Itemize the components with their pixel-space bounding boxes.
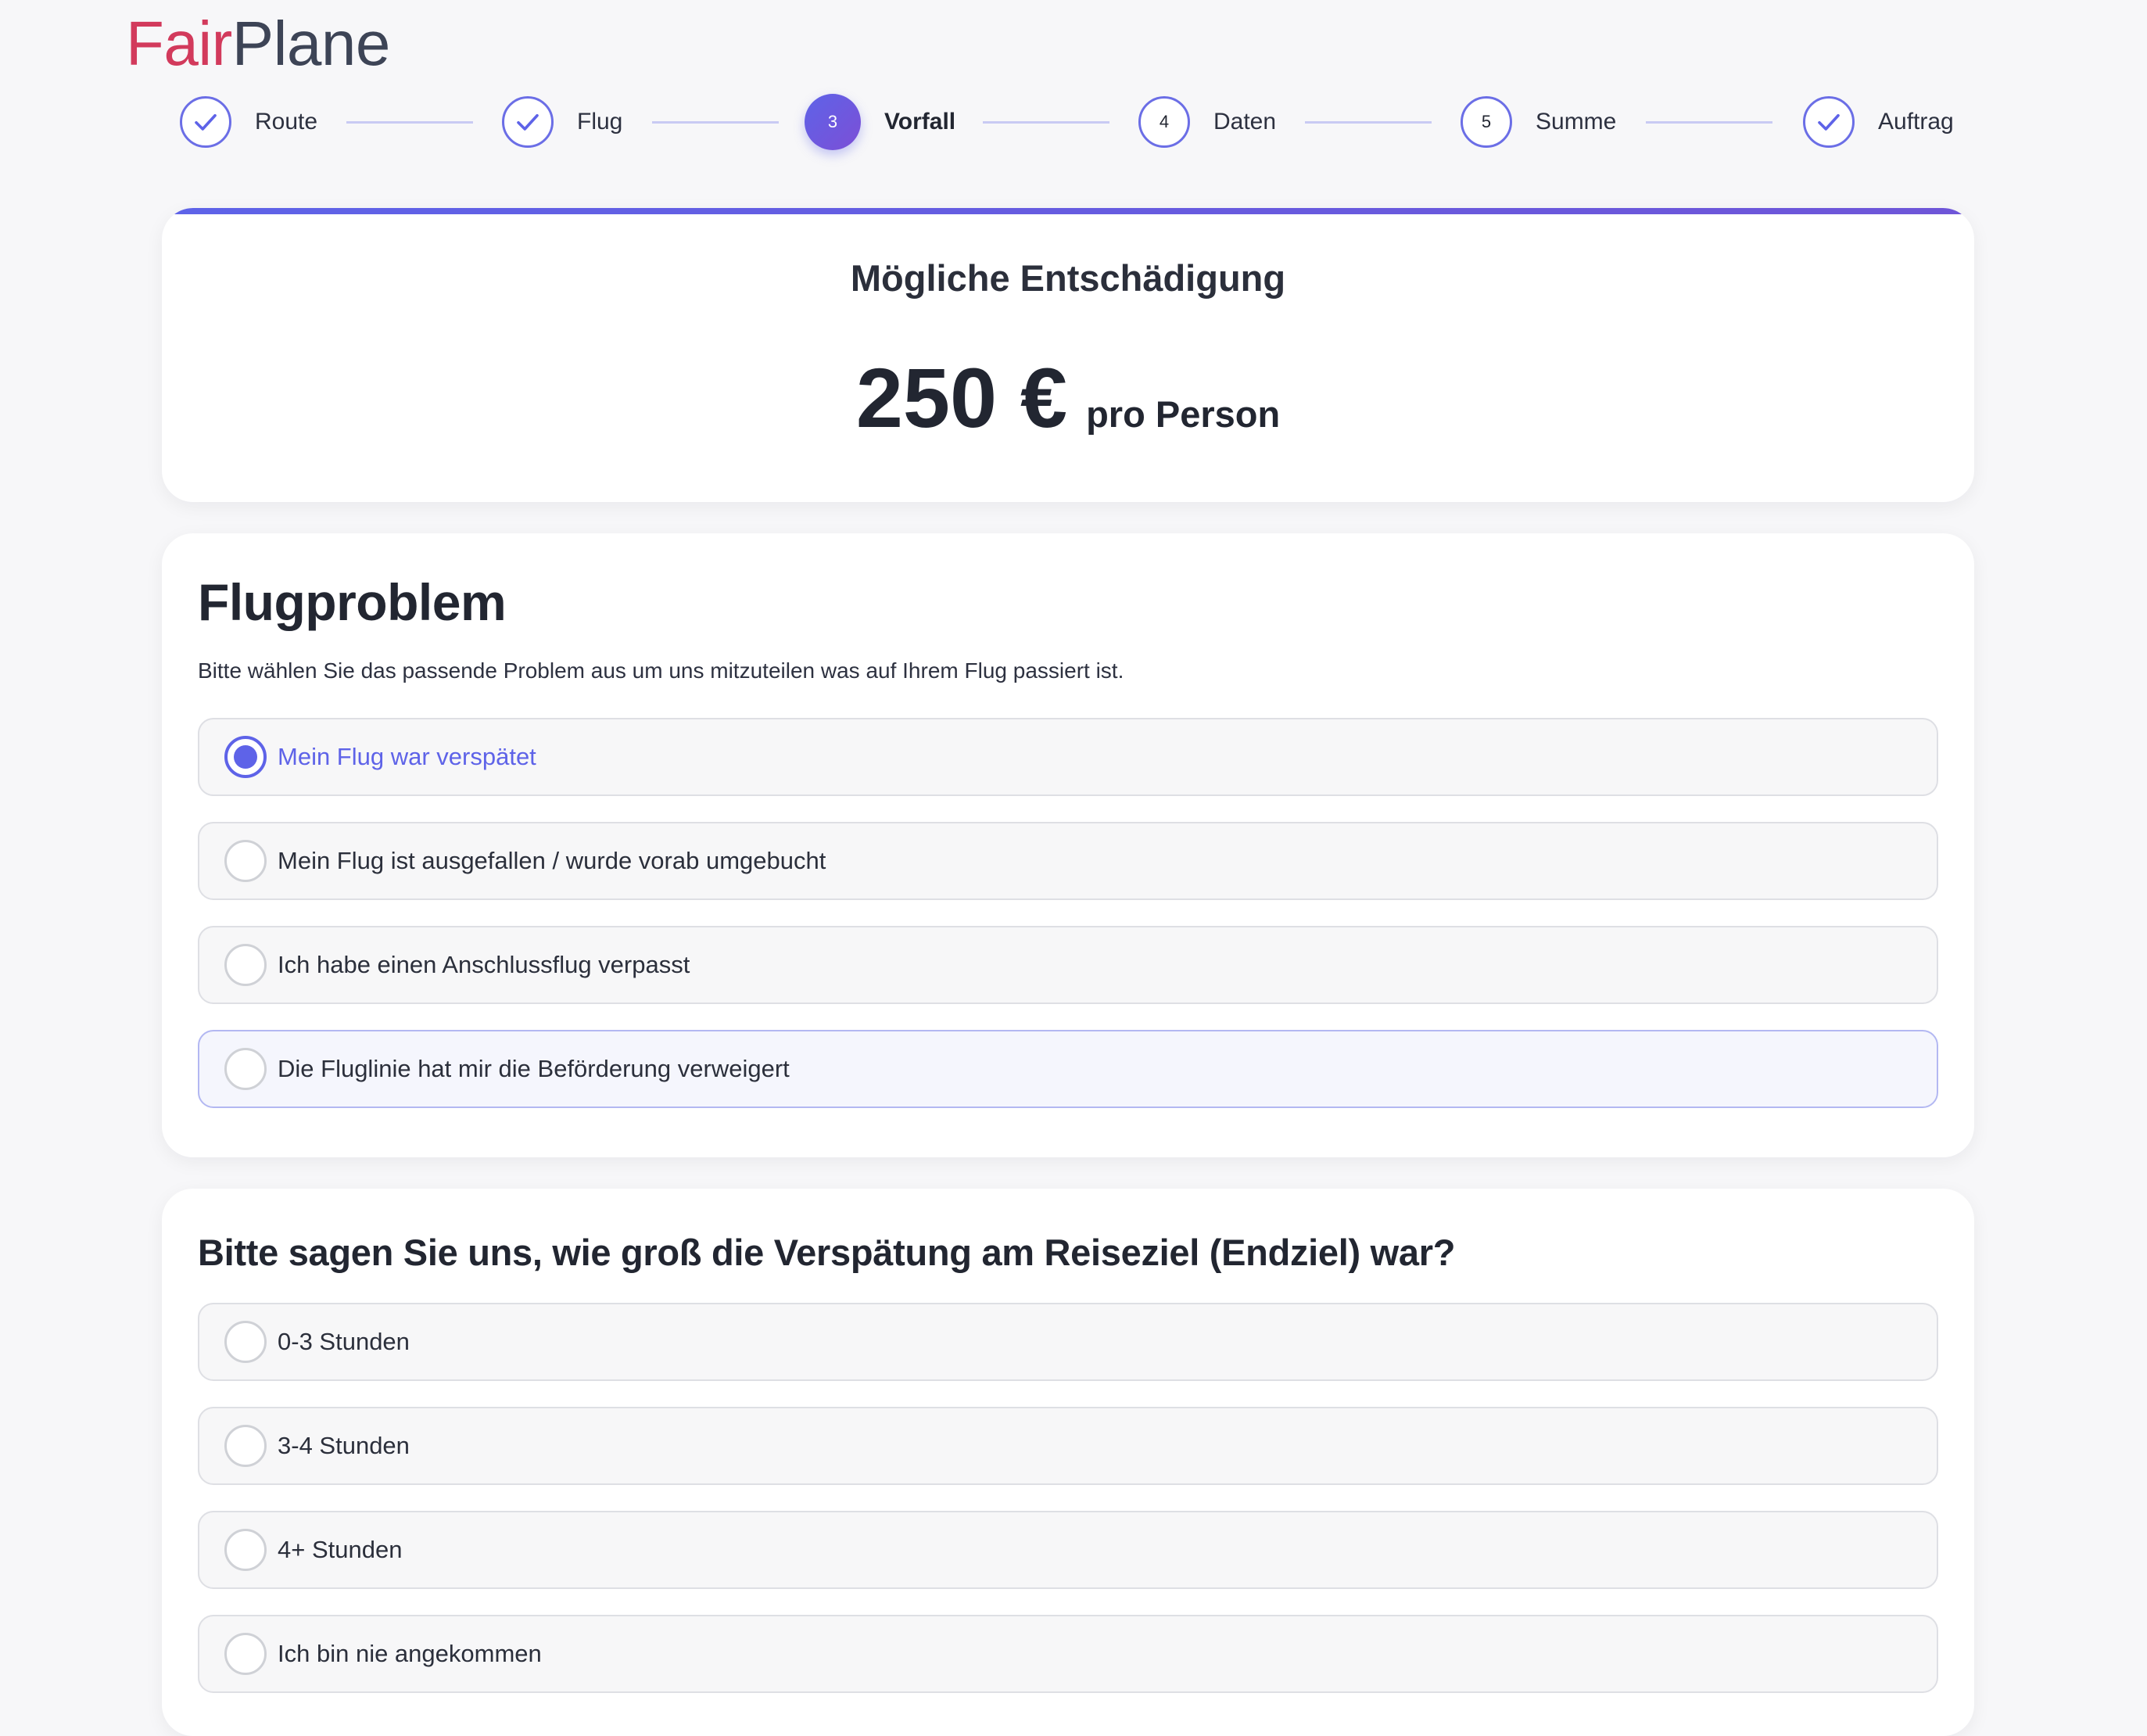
compensation-card: Mögliche Entschädigung 250 € pro Person (162, 208, 1974, 502)
step-connector (346, 121, 473, 124)
step-label: Daten (1213, 109, 1277, 135)
logo-fair: Fair (126, 9, 232, 78)
flight-problem-card: Flugproblem Bitte wählen Sie das passend… (162, 533, 1974, 1157)
problem-option-missed-connection[interactable]: Ich habe einen Anschlussflug verpasst (198, 926, 1938, 1004)
step-label: Summe (1536, 109, 1617, 135)
step-connector (1305, 121, 1432, 124)
option-label: 3-4 Stunden (278, 1432, 410, 1459)
check-icon (1803, 96, 1855, 148)
section-title: Flugproblem (198, 573, 507, 631)
step-auftrag[interactable]: Auftrag (1803, 94, 1954, 150)
radio-button[interactable] (224, 1425, 267, 1467)
problem-option-delayed[interactable]: Mein Flug war verspätet (198, 718, 1938, 796)
compensation-amount: 250 € (855, 350, 1068, 445)
check-icon (180, 96, 231, 148)
delay-option-0-3[interactable]: 0-3 Stunden (198, 1303, 1938, 1381)
delay-option-4-plus[interactable]: 4+ Stunden (198, 1511, 1938, 1589)
option-label: Mein Flug war verspätet (278, 743, 536, 770)
step-vorfall[interactable]: 3 Vorfall (805, 94, 955, 150)
compensation-amount-row: 250 € pro Person (162, 349, 1974, 447)
delay-duration-card: Bitte sagen Sie uns, wie groß die Verspä… (162, 1189, 1974, 1736)
section-subtitle: Bitte wählen Sie das passende Problem au… (198, 658, 1124, 683)
radio-button[interactable] (224, 944, 267, 986)
option-label: 4+ Stunden (278, 1536, 403, 1563)
step-label: Auftrag (1878, 109, 1954, 135)
option-label: 0-3 Stunden (278, 1328, 410, 1355)
compensation-title: Mögliche Entschädigung (850, 257, 1286, 299)
fairplane-logo[interactable]: FairPlane (126, 13, 390, 75)
option-label: Die Fluglinie hat mir die Beförderung ve… (278, 1055, 790, 1082)
step-connector (983, 121, 1109, 124)
option-label: Ich bin nie angekommen (278, 1640, 542, 1667)
compensation-unit: pro Person (1086, 393, 1281, 435)
step-label: Vorfall (884, 109, 956, 135)
radio-button[interactable] (224, 1529, 267, 1571)
card-accent-bar (162, 208, 1974, 214)
step-number: 3 (805, 94, 861, 150)
step-route[interactable]: Route (180, 94, 317, 150)
step-daten[interactable]: 4 Daten (1138, 94, 1276, 150)
progress-stepper: Route Flug 3 Vorfall 4 Daten 5 Summe Auf… (0, 94, 2147, 150)
problem-option-cancelled[interactable]: Mein Flug ist ausgefallen / wurde vorab … (198, 822, 1938, 900)
radio-button[interactable] (224, 1321, 267, 1363)
problem-option-denied-boarding[interactable]: Die Fluglinie hat mir die Beförderung ve… (198, 1030, 1938, 1108)
radio-button[interactable] (224, 1633, 267, 1675)
radio-button[interactable] (224, 736, 267, 778)
delay-option-3-4[interactable]: 3-4 Stunden (198, 1407, 1938, 1485)
step-summe[interactable]: 5 Summe (1461, 94, 1616, 150)
step-number: 5 (1461, 96, 1512, 148)
delay-option-never-arrived[interactable]: Ich bin nie angekommen (198, 1615, 1938, 1693)
step-connector (1646, 121, 1772, 124)
check-icon (502, 96, 554, 148)
radio-button[interactable] (224, 1048, 267, 1090)
section-title: Bitte sagen Sie uns, wie groß die Verspä… (198, 1232, 1456, 1273)
step-label: Flug (577, 109, 623, 135)
step-number: 4 (1138, 96, 1190, 148)
step-flug[interactable]: Flug (502, 94, 622, 150)
logo-plane: Plane (231, 9, 391, 78)
radio-button[interactable] (224, 840, 267, 882)
step-label: Route (255, 109, 318, 135)
option-label: Ich habe einen Anschlussflug verpasst (278, 951, 690, 978)
option-label: Mein Flug ist ausgefallen / wurde vorab … (278, 847, 826, 874)
step-connector (652, 121, 779, 124)
